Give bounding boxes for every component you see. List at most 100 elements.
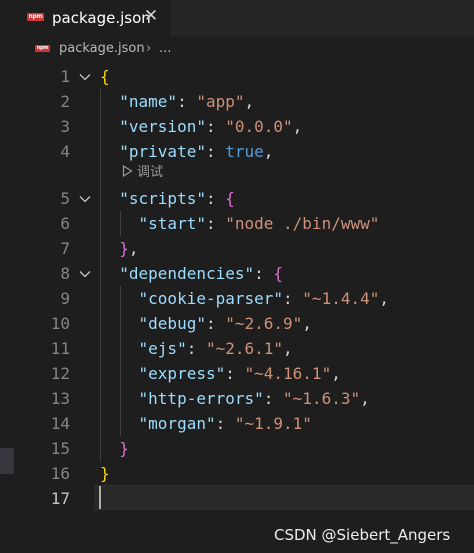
- code-token: :: [215, 414, 235, 433]
- code-token: "~1.6.3": [283, 389, 361, 408]
- code-line[interactable]: "scripts": {: [100, 186, 235, 211]
- tab-bar: npm package.json ✕: [0, 0, 474, 36]
- close-icon[interactable]: ✕: [140, 4, 162, 28]
- code-line[interactable]: }: [100, 461, 110, 486]
- code-token: "node ./bin/www": [225, 214, 380, 233]
- tab-package-json[interactable]: npm package.json ✕: [0, 0, 170, 36]
- line-number: 14: [50, 414, 70, 433]
- fold-chevron-down-icon[interactable]: [78, 64, 92, 89]
- breadcrumb-symbols[interactable]: ...: [159, 40, 171, 58]
- code-token: "name": [119, 92, 178, 111]
- code-token: "start": [138, 214, 206, 233]
- code-token: "~1.4.4": [302, 289, 380, 308]
- code-token: :: [205, 117, 226, 136]
- code-token: :: [254, 264, 274, 283]
- code-line[interactable]: "express": "~4.16.1",: [100, 361, 341, 386]
- line-number: 16: [50, 464, 70, 483]
- code-line[interactable]: {: [100, 64, 110, 89]
- code-token: "dependencies": [119, 264, 255, 283]
- code-token: "scripts": [119, 189, 206, 208]
- code-token: "debug": [138, 314, 206, 333]
- line-number: 6: [60, 214, 70, 233]
- code-token: ,: [360, 389, 370, 408]
- code-token: true: [225, 142, 264, 161]
- line-number: 4: [60, 142, 70, 161]
- line-number: 12: [50, 364, 70, 383]
- code-token: {: [225, 189, 235, 208]
- code-token: "express": [138, 364, 226, 383]
- code-token: }: [119, 439, 129, 458]
- code-token: "cookie-parser": [138, 289, 284, 308]
- line-number: 8: [60, 264, 70, 283]
- code-token: :: [283, 289, 303, 308]
- npm-icon: npm: [27, 13, 44, 21]
- line-number: 13: [50, 389, 70, 408]
- npm-icon: npm: [35, 45, 50, 52]
- code-area[interactable]: 1 {2 "name": "app", 3 "version": "0.0.0", 4…: [0, 62, 474, 553]
- line-number: 17: [50, 489, 70, 508]
- line-number: 11: [50, 339, 70, 358]
- code-token: }: [119, 239, 129, 258]
- line-number: 15: [50, 439, 70, 458]
- code-token: :: [263, 389, 284, 408]
- code-token: ,: [379, 289, 389, 308]
- code-line[interactable]: "debug": "~2.6.9",: [100, 311, 312, 336]
- code-token: {: [273, 264, 284, 283]
- text-cursor: [99, 486, 101, 509]
- code-line[interactable]: "private": true,: [100, 139, 273, 164]
- line-number: 3: [60, 117, 70, 136]
- code-token: "ejs": [138, 339, 187, 358]
- code-token: "~1.9.1": [234, 414, 312, 433]
- code-token: :: [205, 189, 226, 208]
- line-number: 10: [50, 314, 70, 333]
- code-line[interactable]: "morgan": "~1.9.1": [100, 411, 312, 436]
- code-line[interactable]: "http-errors": "~1.6.3",: [100, 386, 370, 411]
- chevron-right-icon: ›: [146, 41, 152, 56]
- code-line[interactable]: "cookie-parser": "~1.4.4",: [100, 286, 389, 311]
- breadcrumb: npm package.json › ...: [0, 36, 474, 62]
- line-number: 7: [60, 239, 70, 258]
- fold-chevron-down-icon[interactable]: [78, 186, 92, 211]
- code-line[interactable]: "version": "0.0.0",: [100, 114, 302, 139]
- debug-codelens[interactable]: 调试: [122, 162, 163, 184]
- code-line[interactable]: }: [100, 436, 129, 461]
- code-line[interactable]: "name": "app",: [100, 89, 254, 114]
- code-line[interactable]: "start": "node ./bin/www": [100, 211, 380, 236]
- code-token: ,: [244, 92, 255, 111]
- code-line[interactable]: "dependencies": {: [100, 261, 283, 286]
- code-token: :: [205, 314, 226, 333]
- code-token: ,: [302, 314, 312, 333]
- breadcrumb-file[interactable]: package.json: [59, 40, 145, 58]
- code-token: "private": [119, 142, 206, 161]
- code-token: :: [177, 92, 197, 111]
- indent-guide: [100, 89, 101, 461]
- code-line[interactable]: "ejs": "~2.6.1",: [100, 336, 293, 361]
- code-token: "app": [196, 92, 245, 111]
- code-token: "version": [119, 117, 206, 136]
- fold-chevron-down-icon[interactable]: [78, 261, 92, 286]
- code-token: ,: [283, 339, 293, 358]
- indent-guide: [120, 286, 121, 436]
- tab-title: package.json: [52, 9, 151, 27]
- indent-guide: [120, 211, 121, 236]
- line-number: 1: [60, 67, 70, 86]
- code-token: :: [205, 142, 226, 161]
- code-line[interactable]: },: [100, 236, 138, 261]
- watermark: CSDN @Siebert_Angers: [274, 526, 451, 544]
- code-token: "http-errors": [138, 389, 264, 408]
- code-token: }: [100, 464, 110, 483]
- code-editor[interactable]: 1 {2 "name": "app", 3 "version": "0.0.0", 4…: [0, 62, 474, 553]
- code-token: :: [225, 364, 245, 383]
- code-token: "morgan": [138, 414, 216, 433]
- play-icon: [122, 164, 133, 178]
- code-token: ,: [331, 364, 341, 383]
- line-number: 5: [60, 189, 70, 208]
- code-token: :: [205, 214, 226, 233]
